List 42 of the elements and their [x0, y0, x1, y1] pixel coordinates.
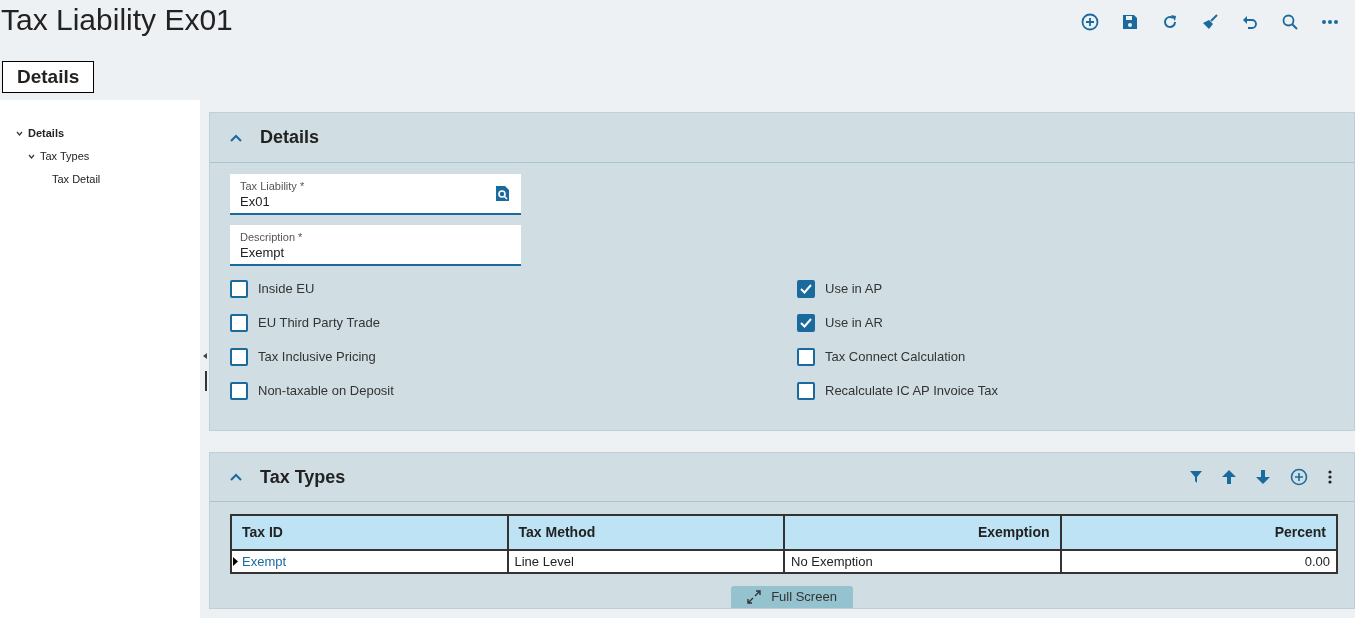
section-title: Details: [260, 126, 320, 149]
table-cell: Line Level: [507, 550, 784, 573]
add-icon[interactable]: [1290, 468, 1308, 486]
more-vertical-icon[interactable]: [1328, 470, 1332, 484]
filter-icon[interactable]: [1190, 471, 1202, 483]
page-title: Tax Liability Ex01: [1, 2, 233, 38]
table-cell: No Exemption: [784, 550, 1061, 573]
column-header[interactable]: Tax ID: [231, 515, 508, 550]
full-screen-button[interactable]: Full Screen: [731, 586, 853, 608]
checkbox[interactable]: [230, 382, 248, 400]
section-title: Tax Types: [260, 465, 346, 489]
checkbox[interactable]: [797, 280, 815, 298]
column-header[interactable]: Exemption: [784, 515, 1061, 550]
arrow-down-icon[interactable]: [1256, 470, 1270, 484]
column-header[interactable]: Tax Method: [507, 515, 784, 550]
expand-icon: [747, 590, 762, 604]
details-tab[interactable]: Details: [2, 61, 95, 93]
checkbox-label: Inside EU: [258, 280, 315, 299]
checkbox-label: Tax Connect Calculation: [825, 348, 966, 367]
column-header[interactable]: Percent: [1060, 515, 1337, 550]
tree-item[interactable]: Details: [28, 125, 65, 142]
table-cell[interactable]: Exempt: [231, 550, 508, 573]
checkbox-label: Use in AP: [825, 280, 883, 299]
input-field[interactable]: Description * Exempt: [230, 225, 521, 266]
collapse-handle-icon[interactable]: [202, 353, 207, 391]
input-field[interactable]: Tax Liability * Ex01: [230, 174, 521, 215]
checkbox[interactable]: [797, 348, 815, 366]
checkbox[interactable]: [797, 314, 815, 332]
checkbox[interactable]: [230, 348, 248, 366]
checkbox-label: Use in AR: [825, 314, 883, 333]
checkbox[interactable]: [797, 382, 815, 400]
checkbox-label: Tax Inclusive Pricing: [258, 348, 376, 367]
checkbox[interactable]: [230, 280, 248, 298]
lookup-icon[interactable]: [496, 186, 509, 201]
checkbox-label: Non-taxable on Deposit: [258, 382, 394, 401]
checkbox-label: EU Third Party Trade: [258, 314, 380, 333]
tree-item[interactable]: Tax Types: [40, 148, 90, 165]
checkbox-label: Recalculate IC AP Invoice Tax: [825, 382, 998, 401]
checkbox[interactable]: [230, 314, 248, 332]
table-cell: 0.00: [1060, 550, 1337, 573]
tree-item[interactable]: Tax Detail: [52, 171, 101, 188]
arrow-up-icon[interactable]: [1222, 470, 1236, 484]
